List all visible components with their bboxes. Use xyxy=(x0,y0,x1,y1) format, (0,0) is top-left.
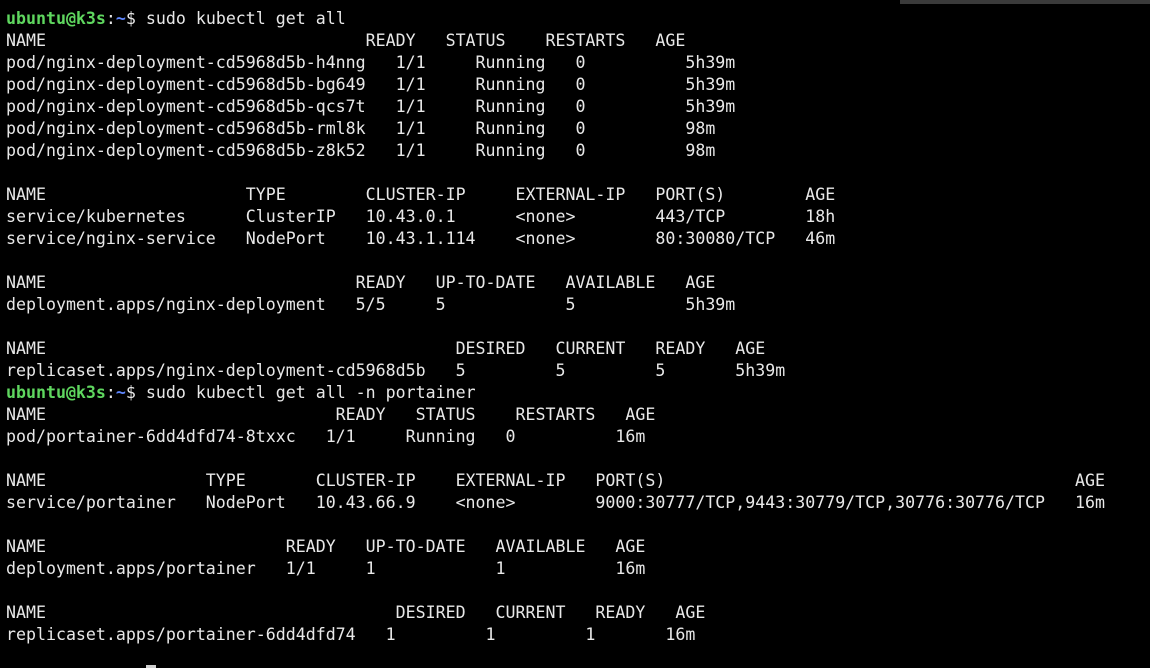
scroll-indicator xyxy=(900,0,1150,4)
window-top-edge xyxy=(0,0,1150,4)
output-line: deployment.apps/portainer 1/1 1 1 16m xyxy=(6,559,646,578)
prompt-user-host: ubuntu@k3s xyxy=(6,383,106,402)
prompt-path: ~ xyxy=(115,9,126,28)
output-line: NAME READY UP-TO-DATE AVAILABLE AGE xyxy=(6,537,646,556)
output-line: pod/nginx-deployment-cd5968d5b-bg649 1/1… xyxy=(6,75,736,94)
prompt-separator: : xyxy=(105,9,116,28)
output-line: replicaset.apps/nginx-deployment-cd5968d… xyxy=(6,361,786,380)
output-line: NAME READY STATUS RESTARTS AGE xyxy=(6,31,686,50)
command-text: sudo kubectl get all -n portainer xyxy=(145,383,476,402)
output-line: replicaset.apps/portainer-6dd4dfd74 1 1 … xyxy=(6,625,696,644)
prompt-line: ubuntu@k3s:~$ sudo kubectl get all xyxy=(6,8,1146,30)
output-line: NAME DESIRED CURRENT READY AGE xyxy=(6,339,766,358)
output-line: NAME DESIRED CURRENT READY AGE xyxy=(6,603,706,622)
output-line: pod/portainer-6dd4dfd74-8txxc 1/1 Runnin… xyxy=(6,427,646,446)
output-line: NAME READY STATUS RESTARTS AGE xyxy=(6,405,656,424)
command-text: sudo kubectl get all xyxy=(145,9,346,28)
prompt-symbol: $ xyxy=(125,9,146,28)
output-line: deployment.apps/nginx-deployment 5/5 5 5… xyxy=(6,295,736,314)
output-line: pod/nginx-deployment-cd5968d5b-z8k52 1/1… xyxy=(6,141,716,160)
output-line: pod/nginx-deployment-cd5968d5b-h4nng 1/1… xyxy=(6,53,736,72)
output-line: service/nginx-service NodePort 10.43.1.1… xyxy=(6,229,836,248)
input-line[interactable] xyxy=(6,646,1146,668)
terminal-output[interactable]: ubuntu@k3s:~$ sudo kubectl get all NAME R… xyxy=(6,8,1146,668)
prompt-user-host: ubuntu@k3s xyxy=(6,9,106,28)
output-line: pod/nginx-deployment-cd5968d5b-qcs7t 1/1… xyxy=(6,97,736,116)
output-line: service/kubernetes ClusterIP 10.43.0.1 <… xyxy=(6,207,836,226)
output-line: NAME TYPE CLUSTER-IP EXTERNAL-IP PORT(S)… xyxy=(6,471,1105,490)
output-line: service/portainer NodePort 10.43.66.9 <n… xyxy=(6,493,1105,512)
output-line: NAME READY UP-TO-DATE AVAILABLE AGE xyxy=(6,273,716,292)
output-line: pod/nginx-deployment-cd5968d5b-rml8k 1/1… xyxy=(6,119,716,138)
prompt-separator: : xyxy=(105,383,116,402)
prompt-path: ~ xyxy=(115,383,126,402)
prompt-symbol: $ xyxy=(125,383,146,402)
prompt-line: ubuntu@k3s:~$ sudo kubectl get all -n po… xyxy=(6,382,1146,404)
output-line: NAME TYPE CLUSTER-IP EXTERNAL-IP PORT(S)… xyxy=(6,185,836,204)
